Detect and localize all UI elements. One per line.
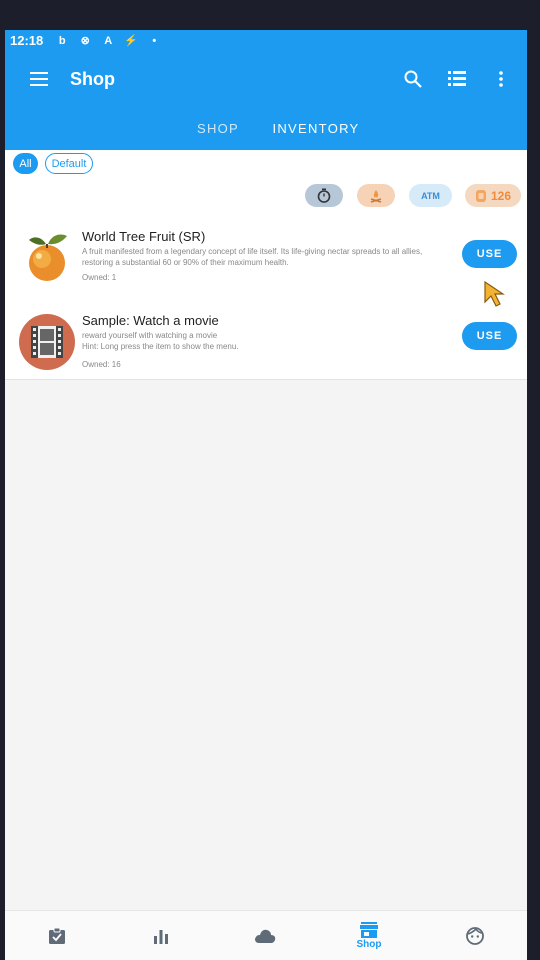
search-icon	[404, 70, 422, 88]
list-item[interactable]: Sample: Watch a movie reward yourself wi…	[5, 306, 527, 386]
dot-icon: •	[152, 34, 157, 47]
tab-inventory[interactable]: INVENTORY	[267, 107, 365, 150]
tasks-icon	[49, 927, 65, 944]
film-icon	[19, 314, 75, 370]
app-bar: Shop	[5, 51, 527, 107]
hamburger-icon	[30, 72, 48, 86]
item-owned: Owned: 1	[82, 273, 117, 282]
menu-button[interactable]	[27, 67, 51, 91]
nav-cloud[interactable]	[213, 911, 317, 960]
a-box-icon: A	[104, 34, 113, 47]
store-icon	[360, 922, 378, 938]
list-icon	[448, 71, 466, 86]
more-options-button[interactable]	[489, 67, 513, 91]
status-time: 12:18	[10, 33, 44, 48]
flash-icon: ⚡	[124, 35, 139, 47]
campfire-filter[interactable]	[357, 184, 395, 207]
fruit-icon	[29, 234, 67, 281]
inventory-list: All Default ATM 126 World Tree Fruit (SR…	[5, 150, 527, 380]
tab-bar: SHOP INVENTORY	[5, 107, 527, 224]
bing-icon: b	[58, 34, 66, 47]
search-button[interactable]	[401, 67, 425, 91]
status-bar: 12:18 b ⊗ A ⚡ •	[5, 30, 527, 51]
mouse-cursor	[484, 280, 505, 307]
nav-profile[interactable]	[423, 911, 527, 960]
list-view-button[interactable]	[445, 67, 469, 91]
nav-stats[interactable]	[109, 911, 213, 960]
item-description: reward yourself with watching a movie Hi…	[82, 331, 239, 351]
chip-all[interactable]: All	[13, 153, 38, 174]
use-button[interactable]: USE	[462, 240, 517, 268]
timer-filter[interactable]	[305, 184, 343, 207]
coin-balance[interactable]: 126	[465, 184, 521, 207]
item-description: A fruit manifested from a legendary conc…	[82, 247, 423, 267]
list-item[interactable]: World Tree Fruit (SR) A fruit manifested…	[5, 222, 527, 302]
item-name: World Tree Fruit (SR)	[82, 229, 206, 244]
item-name: Sample: Watch a movie	[82, 313, 219, 328]
atm-filter[interactable]: ATM	[409, 184, 452, 207]
timer-icon	[317, 188, 331, 203]
coin-icon	[475, 189, 486, 202]
nav-shop-label: Shop	[356, 939, 382, 950]
tab-shop[interactable]: SHOP	[185, 107, 251, 150]
item-owned: Owned: 16	[82, 360, 121, 369]
nav-tasks[interactable]	[5, 911, 109, 960]
nav-shop[interactable]: Shop	[317, 911, 421, 960]
campfire-icon	[370, 189, 382, 203]
blocked-circle-icon: ⊗	[80, 35, 90, 47]
bottom-navigation: Shop	[5, 910, 527, 960]
coin-count: 126	[490, 188, 512, 203]
phone-screen: 12:18 b ⊗ A ⚡ • Shop SHOP INVENTORY All	[5, 30, 527, 960]
use-button[interactable]: USE	[462, 322, 517, 350]
chip-default[interactable]: Default	[45, 153, 93, 174]
stats-icon	[154, 930, 168, 944]
face-icon	[466, 927, 484, 945]
cloud-icon	[255, 929, 276, 943]
page-title: Shop	[70, 68, 115, 89]
more-vert-icon	[499, 71, 503, 87]
